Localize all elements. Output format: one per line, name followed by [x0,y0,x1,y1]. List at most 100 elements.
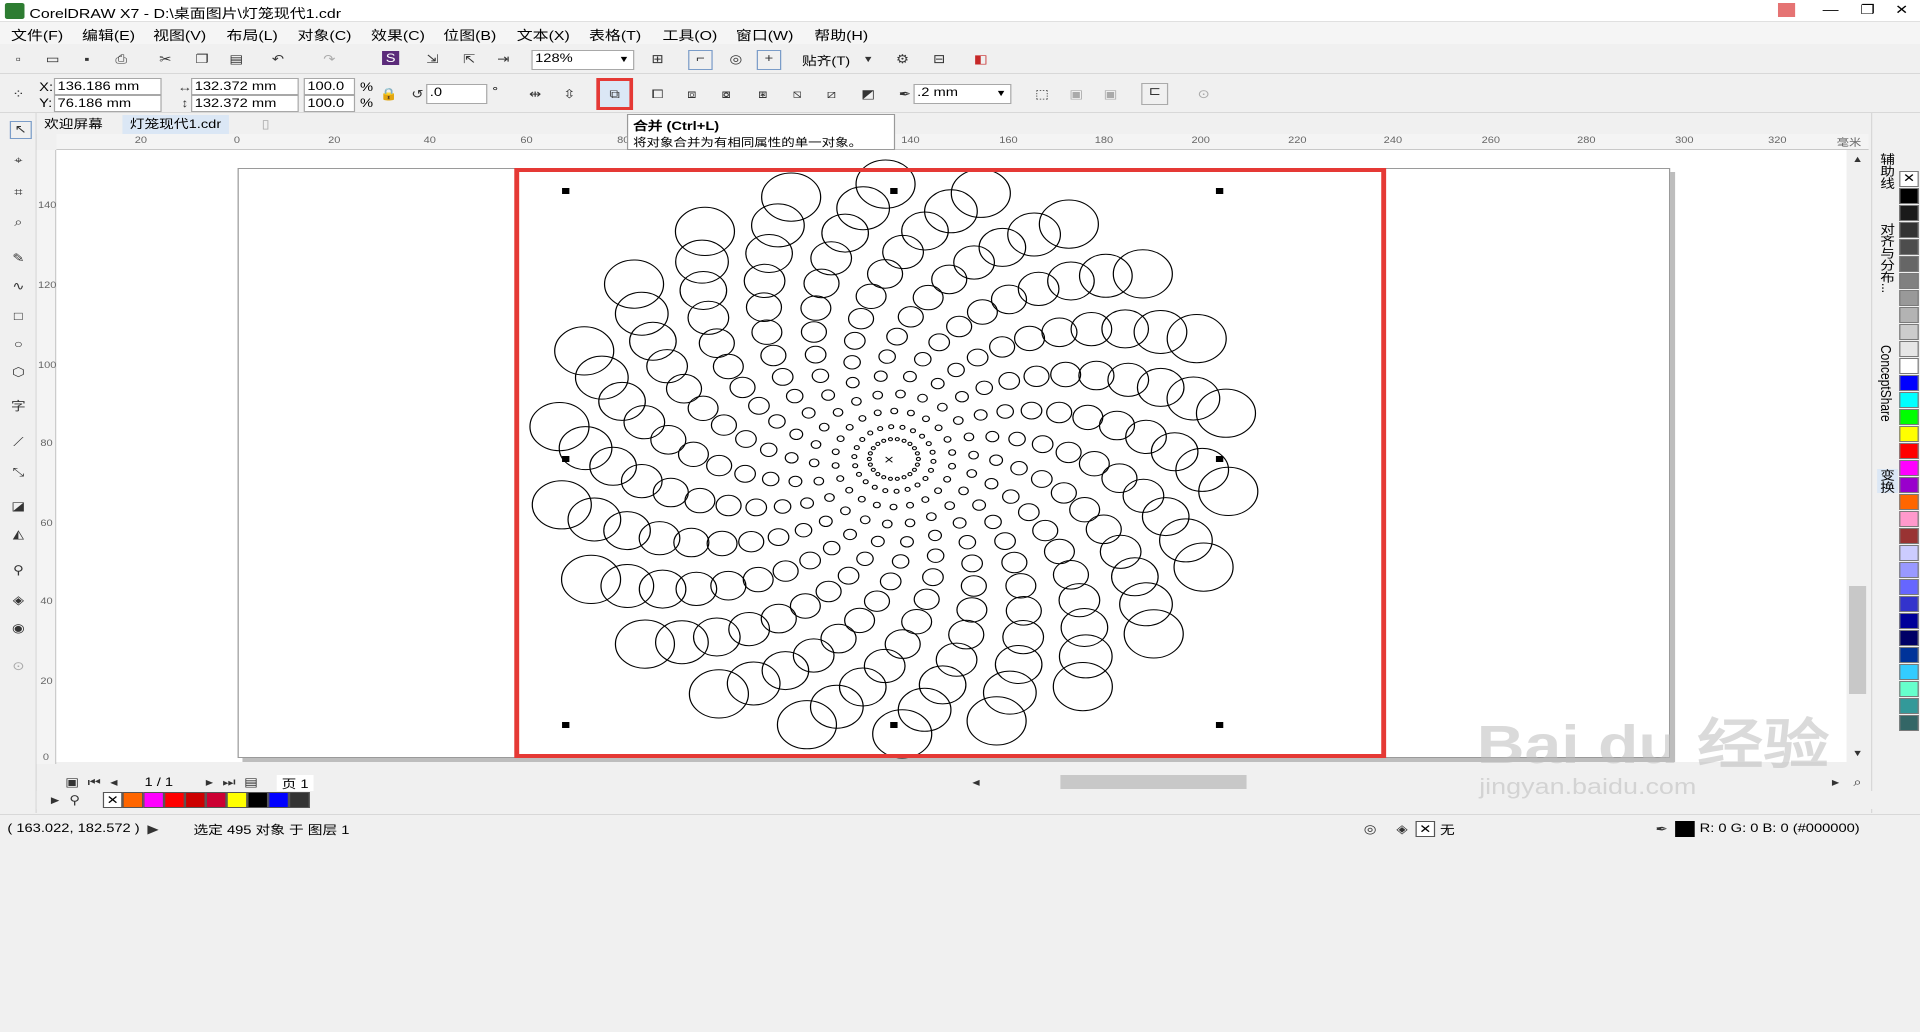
tab-document[interactable]: 灯笼现代1.cdr [122,115,229,134]
document-palette-swatch[interactable] [288,792,310,808]
no-color-swatch[interactable]: ✕ [102,792,123,808]
user-icon[interactable] [1777,3,1796,17]
scale-y-field[interactable]: 100.0 [303,95,356,112]
welcome-screen-icon[interactable]: ◧ [972,52,989,66]
width-field[interactable]: 132.372 mm [191,78,299,95]
menu-window[interactable]: 窗口(W) [736,25,793,44]
chevron-down-icon[interactable]: ▼ [860,52,877,66]
eyedropper-icon[interactable]: ⚲ [10,563,27,577]
create-boundary-icon[interactable]: ⬚ [1033,87,1050,101]
document-palette-swatch[interactable] [143,792,165,808]
vertical-scrollbar[interactable]: ▲ ▼ [1846,150,1869,762]
simplify-icon[interactable]: ◩ [860,87,877,101]
palette-swatch[interactable] [1899,375,1919,391]
options-icon[interactable]: ⚙ [894,52,911,66]
palette-swatch[interactable] [1899,324,1919,340]
save-icon[interactable]: ▪ [78,52,95,66]
show-grid-icon[interactable]: ◎ [727,52,744,66]
toolbox-customize-icon[interactable]: ⊙ [10,659,27,673]
palette-swatch[interactable] [1899,256,1919,272]
document-palette-swatch[interactable] [268,792,289,808]
next-page-icon[interactable]: ▸ [201,775,218,789]
crop-tool-icon[interactable]: ⌗ [10,185,27,199]
trim-icon[interactable]: ⧅ [789,87,806,101]
artistic-media-icon[interactable]: ∿ [10,279,27,293]
palette-swatch[interactable] [1899,579,1919,595]
mirror-horizontal-icon[interactable]: ⇹ [527,87,544,101]
palette-swatch[interactable] [1899,443,1919,459]
publish-pdf-icon[interactable]: ⇥ [495,52,512,66]
docker-align-tab[interactable]: 对齐与分布... [1877,223,1898,293]
smart-fill-icon[interactable]: ◉ [10,621,27,635]
print-icon[interactable]: ⎙ [113,52,130,66]
eyedropper-icon[interactable]: ⚲ [66,793,83,807]
app-launcher-icon[interactable]: ⊟ [931,52,948,66]
show-guides-icon[interactable]: + [756,50,782,70]
palette-swatch[interactable] [1899,239,1919,255]
palette-swatch[interactable] [1899,273,1919,289]
menu-bitmaps[interactable]: 位图(B) [443,25,496,44]
freehand-tool-icon[interactable]: ✎ [10,251,27,265]
scroll-thumb[interactable] [1848,586,1867,694]
document-palette-swatch[interactable] [247,792,269,808]
polygon-tool-icon[interactable]: ⬡ [10,365,27,379]
lock-ratio-icon[interactable]: 🔒 [380,87,398,101]
quick-customize-icon[interactable]: ⊙ [1195,87,1212,101]
document-palette-swatch[interactable] [164,792,185,808]
no-color-swatch[interactable]: ✕ [1899,171,1919,187]
zoom-tool-icon[interactable]: ⌕ [10,215,27,229]
palette-swatch[interactable] [1899,477,1919,493]
palette-swatch[interactable] [1899,460,1919,476]
back-minus-front-icon[interactable]: ▣ [1102,87,1119,101]
page-tab[interactable]: 页 1 [276,775,314,792]
menu-text[interactable]: 文本(X) [517,25,570,44]
ungroup-icon[interactable]: ⧇ [718,87,735,101]
outline-width-select[interactable]: .2 mm ▼ [913,84,1012,104]
scroll-left-icon[interactable]: ◂ [967,775,984,789]
palette-swatch[interactable] [1899,698,1919,714]
intersect-icon[interactable]: ⧄ [823,87,840,101]
menu-object[interactable]: 对象(C) [298,25,352,44]
first-page-icon[interactable]: ⏮ [86,775,103,789]
cut-icon[interactable]: ✂ [157,52,174,66]
horizontal-ruler[interactable]: 20 0 20 40 60 80 100 120 140 160 180 200… [56,134,1869,150]
palette-menu-icon[interactable]: ▶ [47,793,64,807]
palette-swatch[interactable] [1899,613,1919,629]
palette-swatch[interactable] [1899,188,1919,204]
undo-icon[interactable]: ↶ [269,52,286,66]
object-origin-icon[interactable]: ⁘ [10,87,27,101]
last-page-icon[interactable]: ⏭ [220,775,237,789]
new-tab-icon[interactable]: ▯ [257,117,274,131]
open-icon[interactable]: ▭ [44,52,61,66]
menu-layout[interactable]: 布局(L) [227,25,278,44]
menu-help[interactable]: 帮助(H) [814,25,868,44]
palette-swatch[interactable] [1899,664,1919,680]
color-proof-icon[interactable]: ◎ [1362,822,1379,836]
show-rulers-icon[interactable]: ⌐ [688,50,713,70]
status-toggle-icon[interactable]: ▶ [144,822,161,836]
mirror-vertical-icon[interactable]: ⇳ [561,87,578,101]
palette-swatch[interactable] [1899,647,1919,663]
import-icon[interactable]: ⇲ [424,52,441,66]
paste-icon[interactable]: ▤ [228,52,245,66]
redo-icon[interactable]: ↷ [321,52,338,66]
vertical-ruler[interactable]: 140 120 100 80 60 40 20 0 [36,150,56,764]
zoom-fit-icon[interactable]: ⊞ [649,52,666,66]
h-scroll-thumb[interactable] [1060,775,1247,789]
menu-edit[interactable]: 编辑(E) [82,25,135,44]
x-position-field[interactable]: 136.186 mm [53,78,162,95]
interactive-fill-icon[interactable]: ◈ [10,593,27,607]
zoom-level-select[interactable]: 128% ▼ [531,50,635,70]
dimension-tool-icon[interactable]: ⟋ [10,435,27,449]
palette-swatch[interactable] [1899,222,1919,238]
drop-shadow-icon[interactable]: ◪ [10,499,27,513]
combine-button[interactable]: ⧉ [596,78,634,110]
height-field[interactable]: 132.372 mm [191,95,299,112]
palette-swatch[interactable] [1899,715,1919,731]
copy-icon[interactable]: ❐ [193,52,210,66]
palette-swatch[interactable] [1899,681,1919,697]
pick-tool-icon[interactable]: ↖ [9,121,32,139]
connector-tool-icon[interactable]: ⤡ [10,465,27,479]
add-page-icon[interactable]: ▤ [242,775,259,789]
page-options-icon[interactable]: ▣ [64,775,81,789]
